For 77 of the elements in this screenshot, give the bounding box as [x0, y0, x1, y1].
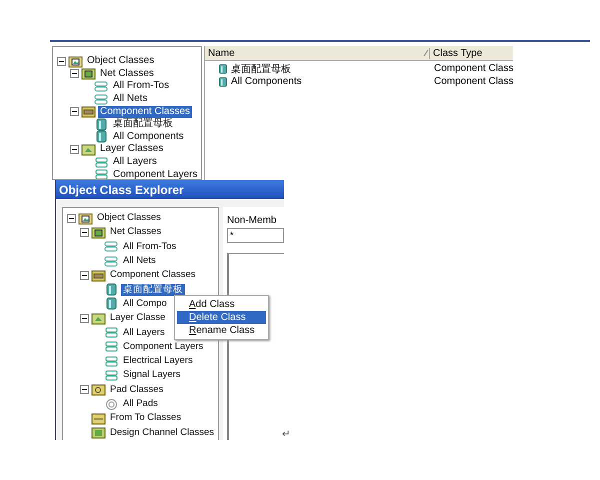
- list-cell-text: Component Class: [433, 76, 514, 87]
- collapse-icon[interactable]: [80, 270, 89, 280]
- layer-icon: [104, 325, 119, 340]
- net-icon: [94, 78, 109, 94]
- folder-icon: [81, 66, 96, 82]
- window-title: Object Class Explorer: [56, 180, 284, 199]
- collapse-icon[interactable]: [70, 69, 79, 78]
- cylinder-icon: [217, 76, 229, 88]
- net-icon: [104, 254, 119, 269]
- cylinder-icon: [94, 129, 109, 144]
- tree-item[interactable]: All Pads: [121, 398, 160, 410]
- tree-item[interactable]: All Layers: [111, 156, 159, 168]
- list-cell-text: Component Class: [433, 63, 514, 74]
- tree-item[interactable]: 桌面配置母板: [121, 284, 185, 296]
- tree-item[interactable]: All From-Tos: [121, 240, 178, 253]
- collapse-icon[interactable]: [80, 228, 89, 237]
- folder-icon: [81, 142, 96, 157]
- layer-icon: [104, 354, 119, 369]
- collapse-icon[interactable]: [70, 144, 79, 154]
- folder-icon: [68, 54, 83, 69]
- folder-icon: [91, 410, 106, 426]
- tree-item[interactable]: Object Classes: [95, 212, 163, 224]
- tree-item[interactable]: All Components: [111, 130, 186, 143]
- net-icon: [104, 239, 119, 254]
- net-icon: [94, 92, 109, 107]
- tree-item[interactable]: All Compo: [121, 298, 169, 310]
- tree-item[interactable]: Design Channel Classes: [108, 426, 216, 439]
- column-header[interactable]: Name: [208, 48, 235, 58]
- tree-item[interactable]: Layer Classe: [108, 312, 168, 324]
- folder-icon: [91, 224, 106, 240]
- tree-item[interactable]: Net Classes: [108, 226, 164, 238]
- sort-icon: [423, 49, 429, 57]
- cylinder-icon: [104, 296, 119, 312]
- pad-icon: [104, 396, 119, 412]
- collapse-icon[interactable]: [70, 107, 79, 116]
- tree-item[interactable]: Component Layers: [121, 340, 206, 353]
- cylinder-icon: [94, 116, 109, 132]
- tree-item[interactable]: All From-Tos: [111, 80, 172, 92]
- tree-item[interactable]: Net Classes: [98, 68, 156, 80]
- folder-icon: [91, 382, 106, 398]
- paragraph-mark: ↵: [282, 428, 290, 440]
- menu-item[interactable]: Delete Class: [177, 311, 266, 324]
- tree-item[interactable]: Object Classes: [85, 55, 156, 68]
- tree-item[interactable]: All Nets: [111, 93, 150, 106]
- folder-icon: [91, 268, 106, 283]
- tree-item[interactable]: Pad Classes: [108, 384, 166, 396]
- layer-icon: [104, 339, 119, 354]
- tree-item[interactable]: Layer Classes: [98, 143, 166, 156]
- menu-item[interactable]: Rename Class: [177, 324, 266, 337]
- layer-icon: [94, 167, 109, 179]
- tree-item[interactable]: Electrical Layers: [121, 355, 195, 368]
- input-field[interactable]: *: [227, 228, 284, 243]
- tree-item[interactable]: From To Classes: [108, 412, 184, 424]
- tree-item[interactable]: Component Layers: [111, 168, 200, 179]
- list-cell[interactable]: All Components: [231, 76, 302, 87]
- layer-icon: [104, 368, 119, 383]
- folder-icon: [81, 104, 96, 120]
- layer-icon: [94, 154, 109, 170]
- tree-item[interactable]: All Nets: [121, 255, 158, 268]
- cylinder-icon: [217, 62, 229, 74]
- collapse-icon[interactable]: [80, 314, 89, 323]
- folder-icon: [91, 310, 106, 326]
- tree-item[interactable]: Component Classes: [98, 106, 192, 118]
- folder-icon: [91, 425, 106, 440]
- cylinder-icon: [104, 282, 119, 298]
- collapse-icon[interactable]: [80, 385, 89, 394]
- tree-item[interactable]: 桌面配置母板: [111, 118, 175, 130]
- collapse-icon[interactable]: [67, 214, 76, 223]
- tree-item[interactable]: All Layers: [121, 326, 167, 339]
- folder-icon: [78, 210, 93, 226]
- menu-item[interactable]: Add Class: [177, 298, 266, 311]
- tree-item[interactable]: Component Classes: [108, 269, 198, 282]
- tree-item[interactable]: Signal Layers: [121, 369, 183, 382]
- list-cell[interactable]: 桌面配置母板: [231, 62, 291, 76]
- column-header[interactable]: Class Type: [433, 48, 482, 58]
- field-label: Non-Memb: [227, 215, 278, 226]
- collapse-icon[interactable]: [57, 56, 66, 66]
